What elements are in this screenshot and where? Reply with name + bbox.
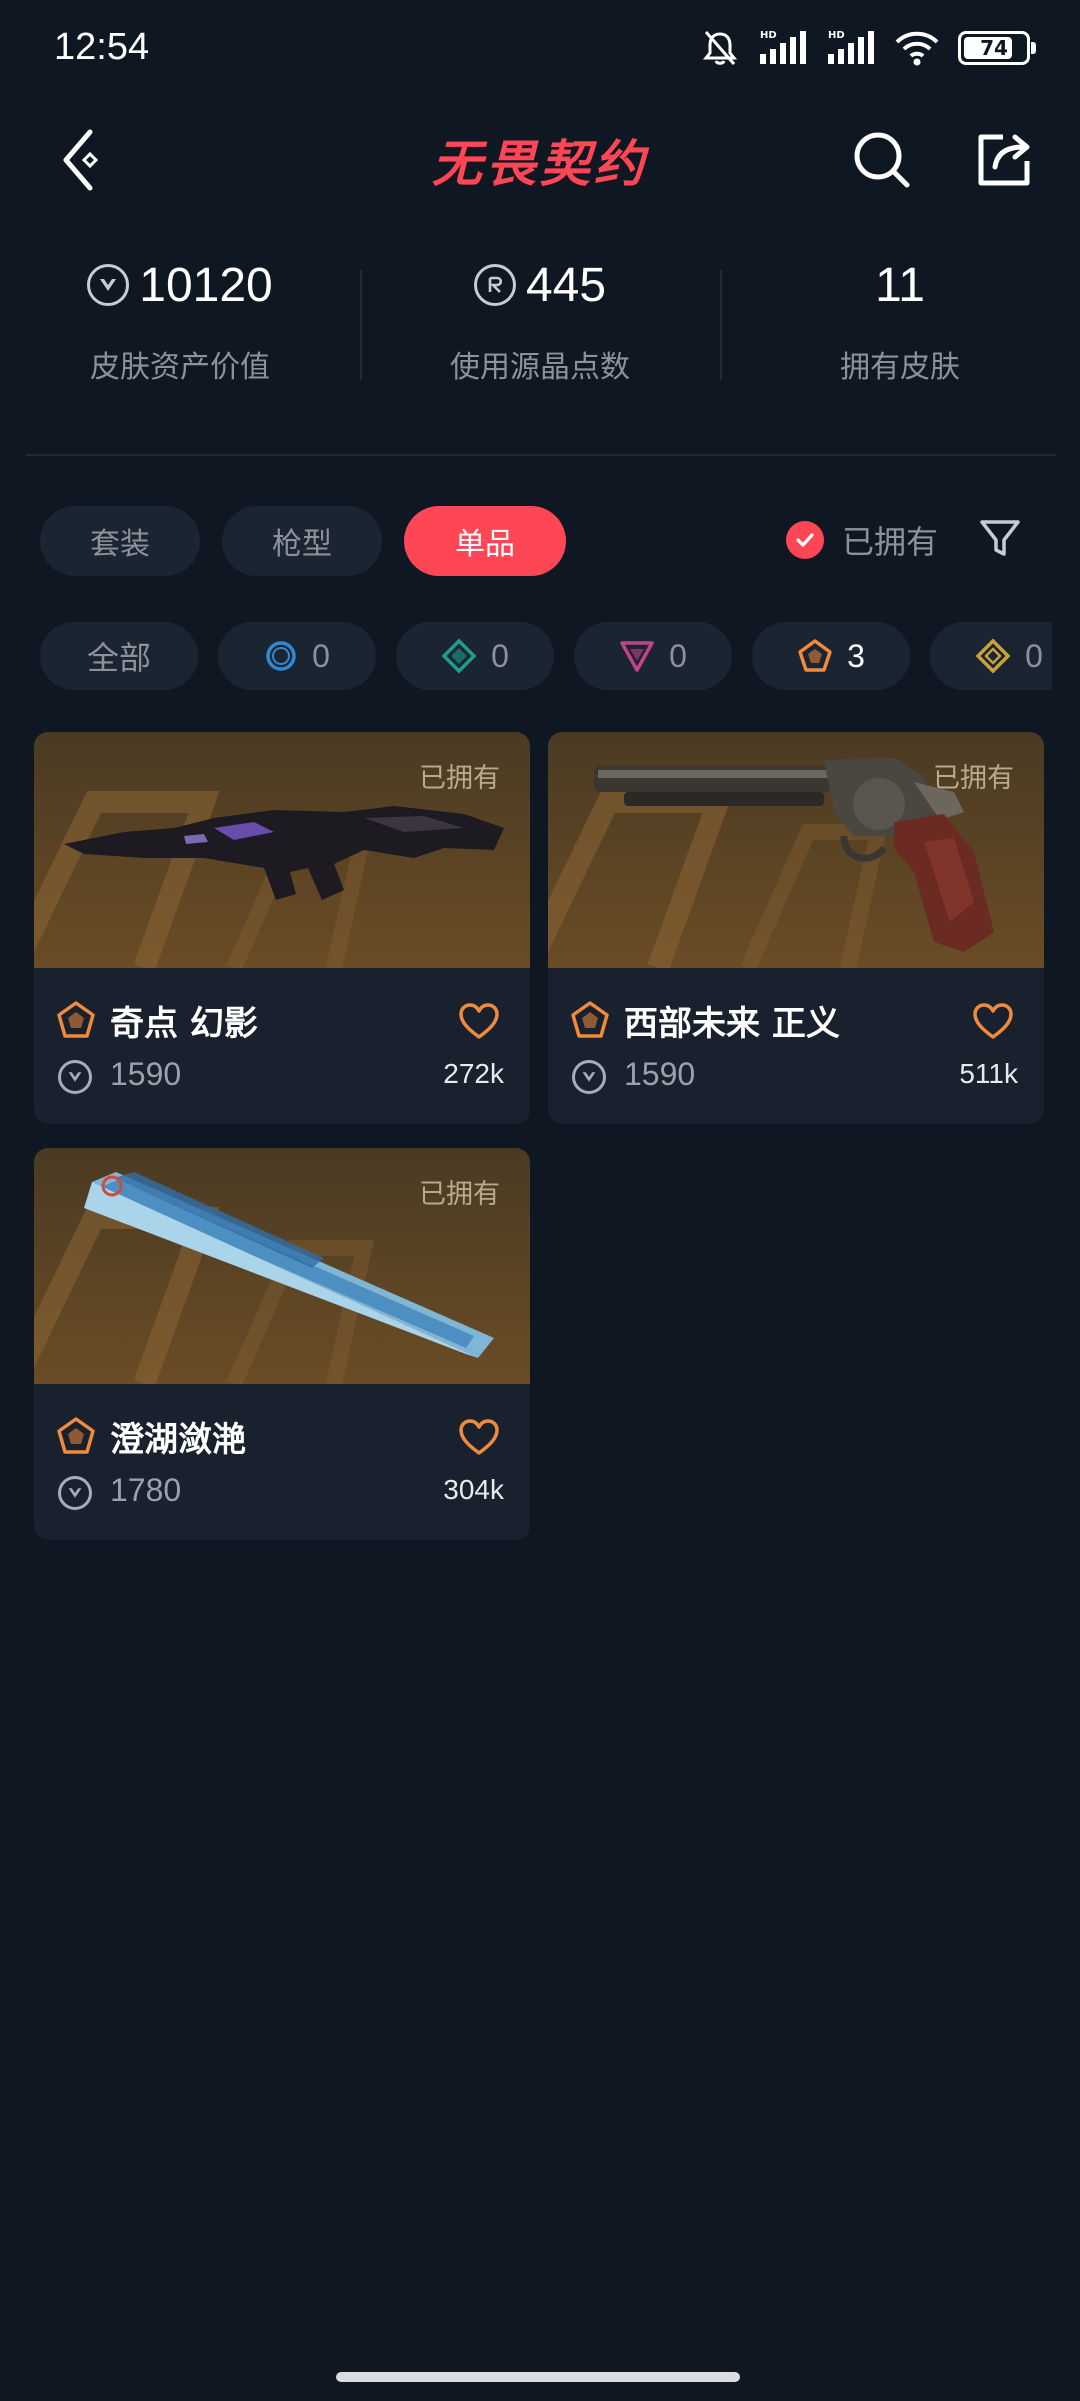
- tab-single-items[interactable]: 单品: [404, 506, 566, 576]
- chip-exclusive-tier[interactable]: 3: [752, 622, 910, 690]
- skin-name: 西部未来 正义: [624, 1004, 840, 1044]
- chip-count: 0: [1025, 637, 1043, 674]
- exclusive-tier-icon: [571, 1001, 609, 1038]
- owned-filter-label: 已拥有: [842, 523, 939, 561]
- like-count: 272k: [443, 1058, 504, 1089]
- heart-icon[interactable]: [972, 1002, 1014, 1040]
- search-button[interactable]: [842, 120, 922, 200]
- wifi-icon: [895, 31, 939, 66]
- svg-text:HD: HD: [760, 30, 777, 41]
- svg-text:HD: HD: [828, 30, 845, 41]
- search-icon: [854, 132, 910, 188]
- stat-skin-value: 10120 皮肤资产价值: [0, 250, 360, 400]
- exclusive-tier-icon: [798, 639, 832, 672]
- skin-image: 已拥有: [548, 732, 1044, 968]
- premium-tier-icon: [620, 641, 654, 672]
- checkmark-icon: [786, 521, 824, 559]
- chip-count: 0: [312, 637, 330, 674]
- skin-card[interactable]: 已拥有 西部未来 正义 1590 511k: [548, 732, 1044, 1124]
- skin-name: 奇点 幻影: [110, 1004, 258, 1044]
- stat-value: 11: [875, 258, 925, 312]
- skin-card[interactable]: 已拥有 澄湖潋滟 1780 304k: [34, 1148, 530, 1540]
- chip-all[interactable]: 全部: [40, 622, 198, 690]
- stat-radianite: 445 使用源晶点数: [360, 250, 720, 400]
- skin-info: 澄湖潋滟 1780 304k: [34, 1384, 530, 1540]
- chip-deluxe-tier[interactable]: 0: [396, 622, 554, 690]
- owned-label: 已拥有: [419, 1179, 500, 1210]
- like-count: 304k: [443, 1474, 504, 1505]
- home-indicator[interactable]: [336, 2372, 740, 2382]
- chip-count: 0: [669, 637, 687, 674]
- owned-label: 已拥有: [933, 763, 1014, 794]
- vp-icon: [58, 1476, 92, 1510]
- vp-icon: [58, 1060, 92, 1094]
- exclusive-tier-icon: [57, 1001, 95, 1038]
- tab-bundles[interactable]: 套装: [40, 506, 200, 576]
- filter-button[interactable]: [978, 516, 1022, 560]
- heart-icon[interactable]: [458, 1002, 500, 1040]
- exclusive-tier-icon: [57, 1417, 95, 1454]
- stat-owned-skins: 11 拥有皮肤: [720, 250, 1080, 400]
- stat-label: 皮肤资产价值: [90, 350, 270, 385]
- status-bar: 12:54 HD HD 74: [0, 0, 1080, 100]
- chip-label: 全部: [86, 639, 151, 677]
- radianite-icon: [473, 264, 516, 306]
- chip-ultra-tier[interactable]: 0: [930, 622, 1052, 690]
- category-tabs: 套装 枪型 单品: [40, 506, 566, 576]
- skin-price: 1590: [624, 1056, 696, 1092]
- skin-card[interactable]: 已拥有 奇点 幻影 1590 272k: [34, 732, 530, 1124]
- tab-weapon-types[interactable]: 枪型: [222, 506, 382, 576]
- rarity-filter-chips: 全部 0 0 0 3 0: [40, 622, 1052, 692]
- header: 无畏契约: [0, 100, 1080, 220]
- skin-image: 已拥有: [34, 1148, 530, 1384]
- owned-filter-toggle[interactable]: 已拥有: [786, 517, 938, 563]
- share-button[interactable]: [964, 120, 1044, 200]
- battery-level: 74: [980, 36, 1008, 60]
- heart-icon[interactable]: [458, 1418, 500, 1456]
- vp-icon: [87, 264, 130, 306]
- skin-image: 已拥有: [34, 732, 530, 968]
- like-count: 511k: [959, 1058, 1018, 1089]
- skin-info: 奇点 幻影 1590 272k: [34, 968, 530, 1124]
- stat-label: 拥有皮肤: [840, 350, 960, 385]
- skin-info: 西部未来 正义 1590 511k: [548, 968, 1044, 1124]
- status-icons: HD HD 74: [700, 28, 1036, 68]
- filter-icon: [980, 520, 1020, 556]
- chip-select-tier[interactable]: 0: [218, 622, 376, 690]
- skin-price: 1590: [110, 1056, 182, 1092]
- vp-icon: [572, 1060, 606, 1094]
- battery-icon: 74: [958, 31, 1036, 65]
- divider: [26, 454, 1056, 456]
- chip-count: 3: [847, 637, 865, 674]
- signal-hd-icon: HD: [760, 30, 806, 64]
- weapon-phantom-image: [64, 806, 504, 900]
- skin-price: 1780: [110, 1472, 182, 1508]
- status-time: 12:54: [54, 26, 150, 68]
- stat-value: 445: [525, 258, 607, 312]
- stat-label: 使用源晶点数: [450, 350, 630, 385]
- stat-value: 10120: [139, 258, 273, 312]
- mute-icon: [702, 31, 738, 65]
- owned-label: 已拥有: [419, 763, 500, 794]
- skin-name: 澄湖潋滟: [110, 1420, 246, 1460]
- deluxe-tier-icon: [441, 638, 477, 674]
- ultra-tier-icon: [975, 638, 1011, 674]
- signal-hd-icon: HD: [828, 30, 874, 64]
- chip-premium-tier[interactable]: 0: [574, 622, 732, 690]
- chip-count: 0: [491, 637, 509, 674]
- select-tier-icon: [266, 641, 296, 671]
- share-icon: [978, 134, 1030, 186]
- stats-summary: 10120 皮肤资产价值 445 使用源晶点数 11 拥有皮肤: [0, 250, 1080, 400]
